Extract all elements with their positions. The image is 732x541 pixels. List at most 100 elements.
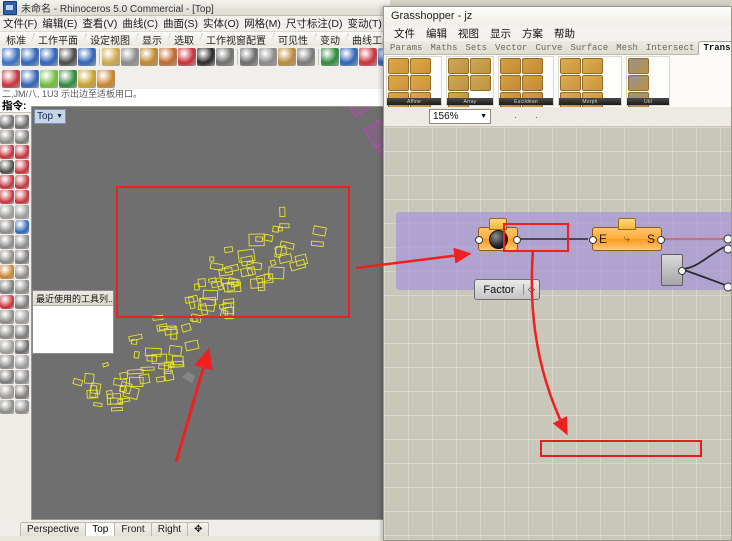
rhino-tool-icon-2[interactable]	[40, 48, 58, 66]
gh-menu-3[interactable]: 显示	[490, 26, 511, 41]
rhino-toolbar-row-2[interactable]	[0, 68, 390, 90]
rhino-side-icon-31[interactable]	[15, 340, 29, 354]
rhino-side-icon-15[interactable]	[15, 220, 29, 234]
rhino-side-toolbar[interactable]	[0, 113, 30, 523]
right-component[interactable]	[661, 254, 686, 286]
rhino-toolbar-tabs[interactable]: 标准工作平面设定视图显示选取工作视窗配置可见性变动曲线工具曲面工具	[0, 32, 390, 47]
number-slider[interactable]: Factor ◇	[474, 279, 540, 300]
rhino-side-icon-10[interactable]	[0, 190, 14, 204]
ribbon-icon-util-1[interactable]	[628, 75, 649, 91]
rhino-tool2-icon-0[interactable]	[2, 69, 20, 88]
rhino-side-icon-20[interactable]	[0, 265, 14, 279]
rhino-tool2-icon-3[interactable]	[59, 69, 77, 88]
recent-tools-panel[interactable]: 最近使用的工具列...	[32, 290, 114, 354]
ribbon-icon-euclidean-0[interactable]	[500, 58, 521, 74]
rhino-tool-icon-9[interactable]	[159, 48, 177, 66]
rhino-tool2-icon-4[interactable]	[78, 69, 96, 88]
rhino-side-icon-18[interactable]	[0, 250, 14, 264]
gh-tab-intersect[interactable]: Intersect	[642, 42, 699, 54]
gh-menu-5[interactable]: 帮助	[554, 26, 575, 41]
rhino-side-icon-1[interactable]	[15, 115, 29, 129]
grasshopper-zoom-bar[interactable]: 156% ▼ · ·	[384, 107, 731, 127]
rhino-side-icon-14[interactable]	[0, 220, 14, 234]
rhino-toolbar-tab-6[interactable]: 可见性	[272, 32, 314, 47]
rhino-toolbar-tab-5[interactable]: 工作视窗配置	[200, 32, 272, 47]
output-port[interactable]	[657, 236, 665, 244]
rhino-tool-icon-17[interactable]	[297, 48, 315, 66]
rhino-side-icon-38[interactable]	[0, 400, 14, 414]
rhino-tool2-icon-5[interactable]	[97, 69, 115, 88]
ribbon-icon-euclidean-1[interactable]	[522, 58, 543, 74]
ribbon-icon-morph-3[interactable]	[582, 75, 603, 91]
viewport-tab-front[interactable]: Front	[114, 522, 152, 536]
ribbon-group-euclidean[interactable]: Euclidean	[498, 56, 554, 108]
grasshopper-canvas[interactable]: Factor ◇ E ⤷ S	[384, 127, 731, 540]
recent-tools-body[interactable]	[33, 306, 113, 353]
gh-tab-transform[interactable]: Transform	[698, 41, 731, 55]
gh-tab-maths[interactable]: Maths	[426, 42, 461, 54]
rhino-side-icon-9[interactable]	[15, 175, 29, 189]
viewport-tab-top[interactable]: Top	[85, 522, 116, 536]
gh-tab-sets[interactable]: Sets	[461, 42, 491, 54]
rhino-toolbar-tab-3[interactable]: 显示	[136, 32, 168, 47]
output-port[interactable]	[678, 267, 686, 275]
rhino-side-icon-0[interactable]	[0, 115, 14, 129]
rhino-menu-4[interactable]: 曲面(S)	[163, 16, 198, 31]
chevron-down-icon[interactable]: ▼	[480, 113, 487, 120]
input-port[interactable]	[475, 236, 483, 244]
ribbon-icon-affine-0[interactable]	[388, 58, 409, 74]
ribbon-icon-euclidean-2[interactable]	[500, 75, 521, 91]
gh-tab-curve[interactable]: Curve	[531, 42, 566, 54]
rhino-tool2-icon-1[interactable]	[21, 69, 39, 88]
gh-menu-1[interactable]: 编辑	[426, 26, 447, 41]
rhino-side-icon-19[interactable]	[15, 250, 29, 264]
rhino-tool-icon-12[interactable]	[216, 48, 234, 66]
ribbon-group-affine[interactable]: Affine	[386, 56, 442, 108]
ribbon-icon-array-1[interactable]	[470, 58, 491, 74]
rhino-side-icon-2[interactable]	[0, 130, 14, 144]
ribbon-icon-array-2[interactable]	[448, 75, 469, 91]
preview-eye-icon[interactable]	[517, 109, 533, 124]
rhino-side-icon-22[interactable]	[0, 280, 14, 294]
gh-tab-params[interactable]: Params	[386, 42, 426, 54]
rhino-tool-icon-7[interactable]	[121, 48, 139, 66]
rhino-side-icon-23[interactable]	[15, 280, 29, 294]
rhino-side-icon-39[interactable]	[15, 400, 29, 414]
rhino-side-icon-5[interactable]	[15, 145, 29, 159]
rhino-side-icon-24[interactable]	[0, 295, 14, 309]
input-port[interactable]	[589, 236, 597, 244]
rhino-tool-icon-1[interactable]	[21, 48, 39, 66]
ribbon-icon-affine-3[interactable]	[410, 75, 431, 91]
chevron-down-icon[interactable]: ▼	[56, 113, 63, 120]
viewport-label[interactable]: Top ▼	[34, 109, 67, 124]
rhino-tool-icon-21[interactable]	[359, 48, 377, 66]
rhino-tool-icon-6[interactable]	[102, 48, 120, 66]
rhino-tool-icon-20[interactable]	[340, 48, 358, 66]
rhino-menu-0[interactable]: 文件(F)	[3, 16, 37, 31]
rhino-side-icon-6[interactable]	[0, 160, 14, 174]
ribbon-icon-affine-1[interactable]	[410, 58, 431, 74]
rhino-tool-icon-16[interactable]	[278, 48, 296, 66]
rhino-side-icon-11[interactable]	[15, 190, 29, 204]
rhino-side-icon-7[interactable]	[15, 160, 29, 174]
rhino-tool-icon-10[interactable]	[178, 48, 196, 66]
rhino-side-icon-17[interactable]	[15, 235, 29, 249]
rhino-tool-icon-11[interactable]	[197, 48, 215, 66]
gh-menu-2[interactable]: 视图	[458, 26, 479, 41]
ribbon-icon-morph-2[interactable]	[560, 75, 581, 91]
rhino-side-icon-8[interactable]	[0, 175, 14, 189]
ribbon-icon-morph-0[interactable]	[560, 58, 581, 74]
ribbon-icon-morph-1[interactable]	[582, 58, 603, 74]
save-file-icon[interactable]	[406, 109, 422, 124]
rhino-menu-6[interactable]: 网格(M)	[244, 16, 281, 31]
gh-tab-mesh[interactable]: Mesh	[612, 42, 642, 54]
gh-tab-surface[interactable]: Surface	[566, 42, 612, 54]
rhino-side-icon-37[interactable]	[15, 385, 29, 399]
edge-port[interactable]	[723, 244, 731, 254]
rhino-side-icon-33[interactable]	[15, 355, 29, 369]
rhino-side-icon-32[interactable]	[0, 355, 14, 369]
open-file-icon[interactable]	[388, 109, 404, 124]
rhino-menu-1[interactable]: 编辑(E)	[42, 16, 77, 31]
rhino-side-icon-4[interactable]	[0, 145, 14, 159]
rhino-toolbar-tab-4[interactable]: 选取	[168, 32, 200, 47]
